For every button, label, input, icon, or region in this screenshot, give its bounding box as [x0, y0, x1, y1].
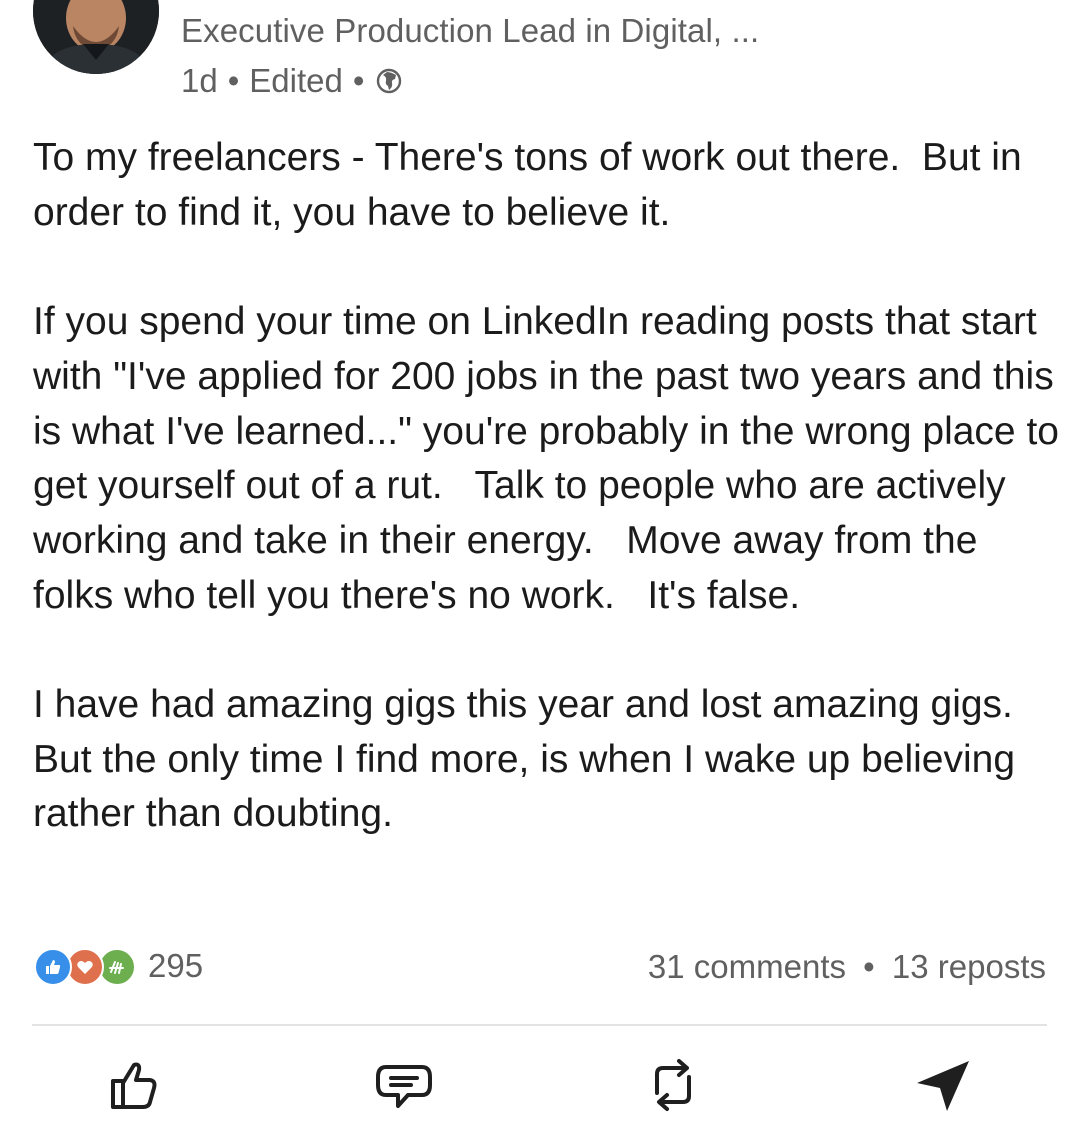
- send-button[interactable]: [906, 1052, 976, 1122]
- globe-icon: [376, 68, 402, 94]
- repost-button[interactable]: [638, 1052, 708, 1122]
- reaction-icons: [34, 946, 138, 986]
- reaction-count: 295: [148, 947, 204, 984]
- engagement-counts: 31 comments • 13 reposts: [648, 948, 1046, 986]
- post-meta: 1d • Edited •: [181, 62, 402, 100]
- engagement-separator: •: [863, 948, 875, 985]
- author-headline: Executive Production Lead in Digital, ..…: [181, 12, 760, 49]
- reactions-summary[interactable]: 295: [34, 946, 203, 986]
- meta-separator: •: [227, 62, 240, 99]
- like-button[interactable]: [98, 1052, 168, 1122]
- edited-label: Edited: [249, 62, 343, 99]
- post-paragraph: I have had amazing gigs this year and lo…: [33, 683, 1035, 836]
- comment-icon: [372, 1055, 436, 1120]
- divider: [32, 1024, 1047, 1026]
- post-paragraph: To my freelancers - There's tons of work…: [33, 136, 1033, 234]
- thumbs-up-icon: [103, 1055, 163, 1120]
- post-age: 1d: [181, 62, 218, 99]
- reposts-count-link[interactable]: 13 reposts: [892, 948, 1046, 985]
- author-avatar[interactable]: [33, 0, 159, 74]
- send-icon: [909, 1053, 973, 1122]
- post-text: To my freelancers - There's tons of work…: [33, 131, 1063, 842]
- like-icon: [34, 948, 72, 986]
- comment-button[interactable]: [369, 1052, 439, 1122]
- meta-separator: •: [352, 62, 365, 99]
- post-paragraph: If you spend your time on LinkedIn readi…: [33, 300, 1070, 617]
- repost-icon: [641, 1053, 705, 1122]
- comments-count-link[interactable]: 31 comments: [648, 948, 846, 985]
